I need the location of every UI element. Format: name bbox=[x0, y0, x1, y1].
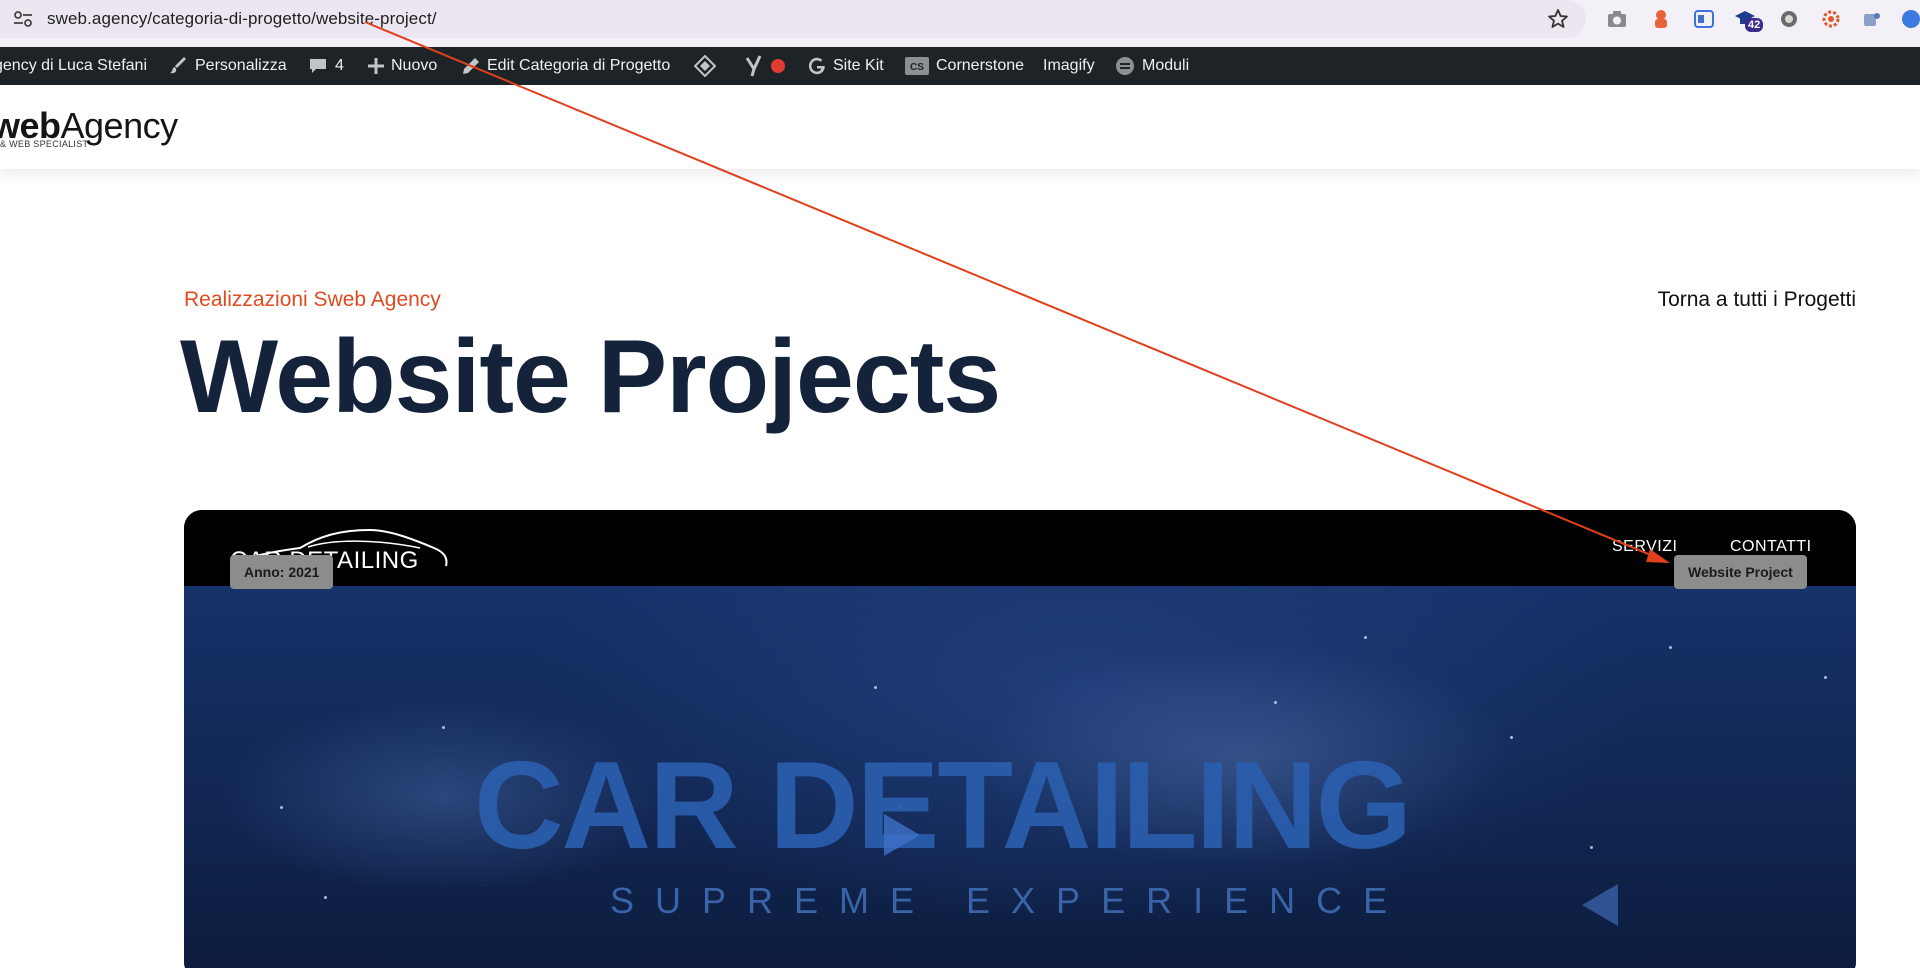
plus-icon bbox=[368, 58, 384, 74]
admin-bar-label: Imagify bbox=[1043, 57, 1095, 74]
puzzle-extension-icon[interactable] bbox=[1861, 8, 1883, 30]
project-nav-contacts: CONTATTI bbox=[1730, 538, 1812, 555]
profile-extension-icon[interactable] bbox=[1900, 8, 1920, 30]
star-particle bbox=[280, 806, 283, 809]
star-particle bbox=[442, 726, 445, 729]
star-particle bbox=[1590, 846, 1593, 849]
category-tag[interactable]: Website Project bbox=[1674, 555, 1807, 589]
admin-bar-imagify[interactable]: Imagify bbox=[1043, 47, 1095, 85]
star-particle bbox=[1274, 701, 1277, 704]
admin-bar-forms[interactable]: Moduli bbox=[1115, 47, 1189, 85]
site-header: webAgency & WEB SPECIALIST bbox=[0, 85, 1920, 169]
admin-bar-label: gency di Luca Stefani bbox=[0, 57, 147, 74]
project-nav-services: SERVIZI bbox=[1612, 538, 1678, 555]
cs-icon: CS bbox=[905, 57, 929, 75]
star-particle bbox=[1824, 676, 1827, 679]
admin-bar-cornerstone[interactable]: CS Cornerstone bbox=[905, 47, 1024, 85]
project-card[interactable]: CAR DETAILING SERVIZI CONTATTI Anno: 202… bbox=[184, 510, 1856, 968]
admin-bar-edit-category[interactable]: Edit Categoria di Progetto bbox=[462, 47, 670, 85]
google-icon bbox=[808, 57, 825, 75]
admin-bar-label: Edit Categoria di Progetto bbox=[487, 57, 671, 74]
gear-extension-icon[interactable] bbox=[1820, 8, 1842, 30]
yoast-icon bbox=[745, 55, 762, 77]
admin-bar-site-kit[interactable]: Site Kit bbox=[808, 47, 884, 85]
project-headline: CAR DETAILING bbox=[474, 737, 1412, 875]
admin-bar-yoast[interactable] bbox=[744, 47, 785, 85]
diamond-icon bbox=[694, 55, 716, 77]
site-settings-icon[interactable] bbox=[12, 9, 34, 29]
camera-extension-icon[interactable] bbox=[1606, 8, 1628, 30]
extension-badge: 42 bbox=[1745, 18, 1764, 32]
admin-bar-label: Personalizza bbox=[195, 57, 287, 74]
admin-bar-new[interactable]: Nuovo bbox=[368, 47, 437, 85]
eye-extension-icon[interactable] bbox=[1778, 8, 1800, 30]
url-text[interactable]: sweb.agency/categoria-di-progetto/websit… bbox=[47, 9, 437, 29]
translate-extension-icon[interactable] bbox=[1693, 8, 1715, 30]
star-particle bbox=[1364, 636, 1367, 639]
star-particle bbox=[874, 686, 877, 689]
address-bar[interactable]: sweb.agency/categoria-di-progetto/websit… bbox=[0, 0, 1586, 38]
admin-bar-customize[interactable]: Personalizza bbox=[170, 47, 287, 85]
back-to-projects-link[interactable]: Torna a tutti i Progetti bbox=[1658, 288, 1856, 312]
star-particle bbox=[324, 896, 327, 899]
hero-eyebrow: Realizzazioni Sweb Agency bbox=[184, 288, 441, 311]
star-particle bbox=[1669, 646, 1672, 649]
browser-toolbar: sweb.agency/categoria-di-progetto/websit… bbox=[0, 0, 1920, 47]
logo-tagline: & WEB SPECIALIST bbox=[0, 139, 89, 149]
forms-icon bbox=[1116, 57, 1134, 75]
play-triangle-left-icon bbox=[1582, 884, 1618, 926]
character-extension-icon[interactable] bbox=[1650, 8, 1672, 30]
comment-icon bbox=[310, 59, 326, 73]
brush-icon bbox=[170, 57, 186, 74]
play-triangle-icon bbox=[884, 814, 920, 856]
admin-bar-label: 4 bbox=[335, 57, 344, 74]
admin-bar-label: Nuovo bbox=[391, 57, 438, 74]
pencil-icon bbox=[463, 58, 479, 74]
admin-bar-label: Moduli bbox=[1142, 57, 1190, 74]
admin-bar-label: Cornerstone bbox=[936, 57, 1025, 74]
admin-bar-diamond[interactable] bbox=[694, 47, 716, 85]
bookmark-star-icon[interactable] bbox=[1546, 7, 1570, 31]
admin-bar-comments[interactable]: 4 bbox=[308, 47, 344, 85]
admin-bar-label: Site Kit bbox=[833, 57, 884, 74]
admin-bar-site-name[interactable]: gency di Luca Stefani bbox=[0, 47, 147, 85]
year-tag: Anno: 2021 bbox=[230, 555, 334, 589]
wp-admin-bar: gency di Luca Stefani Personalizza 4 Nuo… bbox=[0, 47, 1920, 85]
star-particle bbox=[1510, 736, 1513, 739]
project-subheadline: SUPREME EXPERIENCE bbox=[610, 880, 1409, 921]
seo-status-dot-icon bbox=[771, 59, 785, 73]
page-title: Website Projects bbox=[180, 319, 1001, 435]
svg-text:CS: CS bbox=[910, 62, 924, 73]
